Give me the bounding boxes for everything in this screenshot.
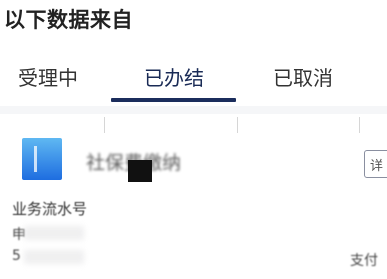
active-tab-indicator [111, 98, 236, 102]
row-value-prefix: 5 [12, 248, 21, 264]
app-page: 以下数据来自 受理中 已办结 已取消 社保费缴纳 详 业务流水号 申 5 支付 [0, 0, 387, 279]
tab-cancelled[interactable]: 已取消 [248, 50, 358, 102]
page-title: 以下数据来自 [4, 8, 133, 32]
detail-button[interactable]: 详 [364, 150, 387, 178]
section-divider [0, 106, 387, 114]
page-header: 以下数据来自 [0, 0, 387, 40]
tab-completed[interactable]: 已办结 [112, 50, 236, 102]
tab-more[interactable] [364, 50, 387, 102]
blurred-value [24, 250, 84, 264]
tab-in-progress[interactable]: 受理中 [0, 50, 96, 102]
blurred-value [24, 226, 84, 240]
document-tile-icon [22, 138, 62, 180]
redaction-mark [128, 160, 152, 182]
payment-status-text: 支付 [350, 253, 378, 269]
record-card[interactable]: 社保费缴纳 详 业务流水号 申 5 支付 [0, 114, 387, 279]
serial-number-label: 业务流水号 [12, 200, 88, 218]
